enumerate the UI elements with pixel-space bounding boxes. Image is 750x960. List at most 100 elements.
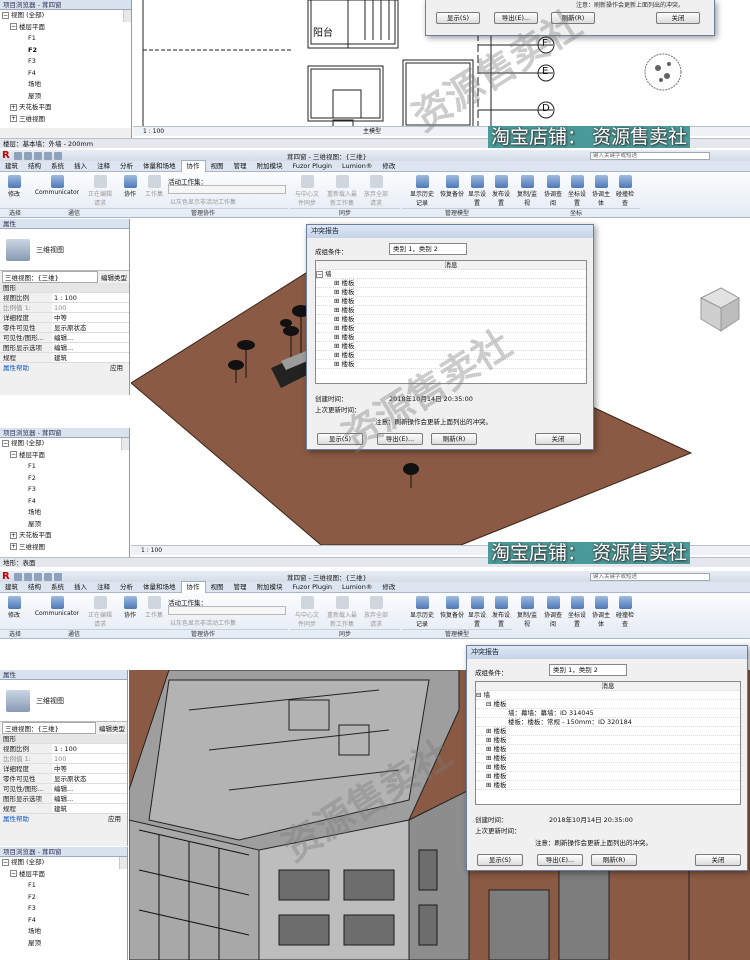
clash-row[interactable]: ⊞ 楼板 — [316, 288, 586, 297]
show-history-button[interactable]: 显示历史记录 — [408, 596, 436, 628]
group-by-select[interactable]: 类别 1，类别 2 — [549, 664, 627, 676]
coordination-review-button[interactable]: 协调查阅 — [542, 175, 564, 207]
print-icon[interactable] — [53, 572, 62, 581]
clash-row[interactable]: ⊞ 楼板 — [316, 351, 586, 360]
clash-row[interactable]: ⊟ 楼板 — [476, 700, 740, 709]
tab-fuzor[interactable]: Fuzor Plugin — [288, 582, 338, 593]
active-workset-select[interactable] — [168, 606, 286, 615]
tab-addins[interactable]: 附加模块 — [252, 161, 288, 172]
close-button[interactable]: 关闭 — [535, 433, 581, 445]
redo-icon[interactable] — [43, 572, 52, 581]
save-icon[interactable] — [23, 151, 32, 160]
clash-row[interactable]: ⊞ 楼板 — [316, 279, 586, 288]
redo-icon[interactable] — [43, 151, 52, 160]
tree-item-f1[interactable]: F1 — [2, 33, 131, 45]
tree-item-roof[interactable]: 屋顶 — [2, 91, 131, 103]
help-search-input[interactable]: 键入关键字或短语 — [589, 151, 710, 160]
modify-button[interactable]: 修改 — [3, 175, 25, 198]
copy-monitor-button[interactable]: 复制/监视 — [516, 596, 538, 628]
tree-item-f3[interactable]: F3 — [2, 56, 131, 68]
tree-item-f4[interactable]: F4 — [2, 496, 129, 508]
worksets-button[interactable]: 工作集 — [142, 175, 166, 198]
copy-monitor-button[interactable]: 复制/监视 — [516, 175, 538, 207]
tree-item-floorplans[interactable]: − 楼层平面 — [2, 22, 131, 34]
view-selector[interactable]: 三维视图：{三维} — [2, 271, 98, 283]
vg-edit-button[interactable]: 编辑... — [52, 784, 127, 793]
gray-workset-checkbox[interactable]: 以灰色显示非活动工作集 — [170, 618, 236, 627]
tree-item-floorplans[interactable]: − 楼层平面 — [2, 869, 127, 881]
reload-latest-button[interactable]: 重新载入最新工作集 — [326, 175, 358, 207]
coordinate-settings-button[interactable]: 坐标设置 — [566, 175, 588, 207]
tree-item-f2[interactable]: F2 — [2, 45, 131, 57]
tab-analyze[interactable]: 分析 — [115, 582, 138, 593]
coordination-model-button[interactable]: 协调主体 — [590, 596, 612, 628]
modify-button[interactable]: 修改 — [3, 596, 25, 619]
tab-collaborate[interactable]: 协作 — [180, 160, 206, 172]
properties-help-link[interactable]: 属性帮助 — [0, 363, 52, 373]
tree-item-f4[interactable]: F4 — [2, 915, 127, 927]
clash-row-detail[interactable]: 楼板：楼板：常规 - 150mm：ID 320184 — [476, 718, 740, 727]
tree-item-ceiling[interactable]: + 天花板平面 — [2, 102, 131, 114]
collaborate-button[interactable]: 协作 — [120, 596, 140, 619]
clash-row-detail[interactable]: 墙：幕墙：幕墙：ID 314045 — [476, 709, 740, 718]
active-workset-select[interactable] — [168, 185, 286, 194]
tree-item-views[interactable]: − 视图 (全部) — [2, 10, 131, 22]
revit-logo-icon[interactable]: R — [2, 150, 10, 161]
editing-requests-button[interactable]: 正在编辑请求 — [86, 175, 114, 207]
display-settings-button[interactable]: 显示设置 — [466, 175, 488, 207]
group-by-select[interactable]: 类别 1，类别 2 — [389, 243, 467, 255]
revit-logo-icon[interactable]: R — [2, 571, 10, 582]
coordination-review-button[interactable]: 协调查阅 — [542, 596, 564, 628]
publish-settings-button[interactable]: 发布设置 — [490, 596, 512, 628]
clash-row-wall[interactable]: ⊟ 墙 — [476, 691, 740, 700]
prop-discipline[interactable]: 建筑 — [52, 353, 129, 362]
tab-manage[interactable]: 管理 — [229, 161, 252, 172]
tree-item-f3[interactable]: F3 — [2, 903, 127, 915]
relinquish-button[interactable]: 放弃全部请求 — [362, 175, 390, 207]
gray-workset-checkbox[interactable]: 以灰色显示非活动工作集 — [170, 197, 236, 206]
clash-row[interactable]: ⊞ 楼板 — [316, 306, 586, 315]
clash-row[interactable]: ⊞ 楼板 — [476, 781, 740, 790]
clash-row[interactable]: ⊞ 楼板 — [476, 772, 740, 781]
worksets-button[interactable]: 工作集 — [142, 596, 166, 619]
show-history-button[interactable]: 显示历史记录 — [408, 175, 436, 207]
reload-latest-button[interactable]: 重新载入最新工作集 — [326, 596, 358, 628]
view-selector[interactable]: 三维视图：{三维} — [2, 722, 96, 734]
tab-architecture[interactable]: 建筑 — [0, 161, 23, 172]
top-export-button[interactable]: 导出(E)... — [494, 12, 538, 24]
coordinate-settings-button[interactable]: 坐标设置 — [566, 596, 588, 628]
collaborate-button[interactable]: 协作 — [120, 175, 140, 198]
communicator-button[interactable]: Communicator — [32, 175, 82, 196]
tab-insert[interactable]: 插入 — [69, 161, 92, 172]
restore-backup-button[interactable]: 恢复备份 — [440, 175, 464, 198]
sync-button[interactable]: 与中心文件同步 — [293, 175, 321, 207]
tree-item-floorplans[interactable]: − 楼层平面 — [2, 450, 129, 462]
group-select[interactable]: 选择 — [0, 208, 30, 217]
top-scale[interactable]: 1 : 100 — [133, 128, 164, 135]
sync-button[interactable]: 与中心文件同步 — [293, 596, 321, 628]
top-refresh-button[interactable]: 刷新(R) — [551, 12, 595, 24]
clash-row[interactable]: ⊞ 楼板 — [476, 727, 740, 736]
interference-check-button[interactable]: 碰撞检查 — [614, 175, 636, 207]
tree-item-site[interactable]: 场地 — [2, 79, 131, 91]
browser-scrollbar[interactable] — [121, 438, 129, 450]
tab-modify[interactable]: 修改 — [377, 582, 400, 593]
tree-item-roof[interactable]: 屋顶 — [2, 938, 127, 950]
view-scale[interactable]: 1 : 100 — [131, 547, 162, 554]
prop-parts-visibility[interactable]: 显示原状态 — [52, 323, 129, 332]
open-icon[interactable] — [13, 151, 22, 160]
export-button[interactable]: 导出(E)... — [377, 433, 423, 445]
close-button[interactable]: 关闭 — [695, 854, 741, 866]
clash-row[interactable]: ⊞ 楼板 — [476, 745, 740, 754]
apply-button[interactable]: 应用 — [52, 363, 129, 373]
relinquish-button[interactable]: 放弃全部请求 — [362, 596, 390, 628]
clash-row[interactable]: ⊞ 楼板 — [316, 297, 586, 306]
tab-structure[interactable]: 结构 — [23, 582, 46, 593]
tab-massing[interactable]: 体量和场地 — [138, 161, 181, 172]
group-select[interactable]: 选择 — [0, 629, 30, 638]
refresh-button[interactable]: 刷新(R) — [591, 854, 637, 866]
export-button[interactable]: 导出(E)... — [537, 854, 583, 866]
graphics-group[interactable]: 图形 — [0, 734, 52, 743]
tree-item-f2[interactable]: F2 — [2, 473, 129, 485]
clash-row[interactable]: ⊞ 楼板 — [476, 754, 740, 763]
